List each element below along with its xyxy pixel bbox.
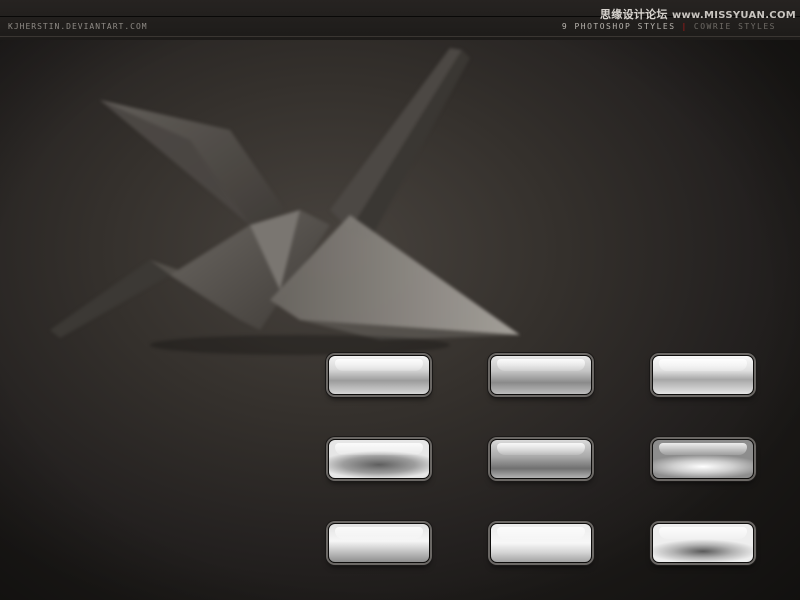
author-credit: KJHERSTIN.DEVIANTART.COM — [8, 22, 148, 31]
watermark-cn: 思缘设计论坛 — [599, 8, 668, 21]
title-text: 9 PHOTOSHOP STYLES — [561, 22, 676, 31]
site-watermark: 思缘设计论坛 www.MISSYUAN.COM — [600, 6, 796, 22]
style-button-4[interactable] — [328, 439, 430, 479]
style-preview-canvas: KJHERSTIN.DEVIANTART.COM 9 PHOTOSHOP STY… — [0, 0, 800, 600]
style-button-8[interactable] — [490, 523, 592, 563]
style-button-6[interactable] — [652, 439, 754, 479]
title-separator: | — [681, 22, 688, 31]
style-button-2[interactable] — [490, 355, 592, 395]
style-button-7[interactable] — [328, 523, 430, 563]
subtitle-text: COWRIE STYLES — [693, 22, 776, 31]
watermark-url: www.MISSYUAN.COM — [671, 10, 796, 21]
header-divider-bottom — [0, 36, 800, 37]
style-button-3[interactable] — [652, 355, 754, 395]
style-button-1[interactable] — [328, 355, 430, 395]
page-title: 9 PHOTOSHOP STYLES | COWRIE STYLES — [562, 22, 776, 31]
style-button-5[interactable] — [490, 439, 592, 479]
origami-crane-icon — [50, 48, 520, 355]
style-button-9[interactable] — [652, 523, 754, 563]
header-bar: KJHERSTIN.DEVIANTART.COM 9 PHOTOSHOP STY… — [0, 0, 800, 40]
